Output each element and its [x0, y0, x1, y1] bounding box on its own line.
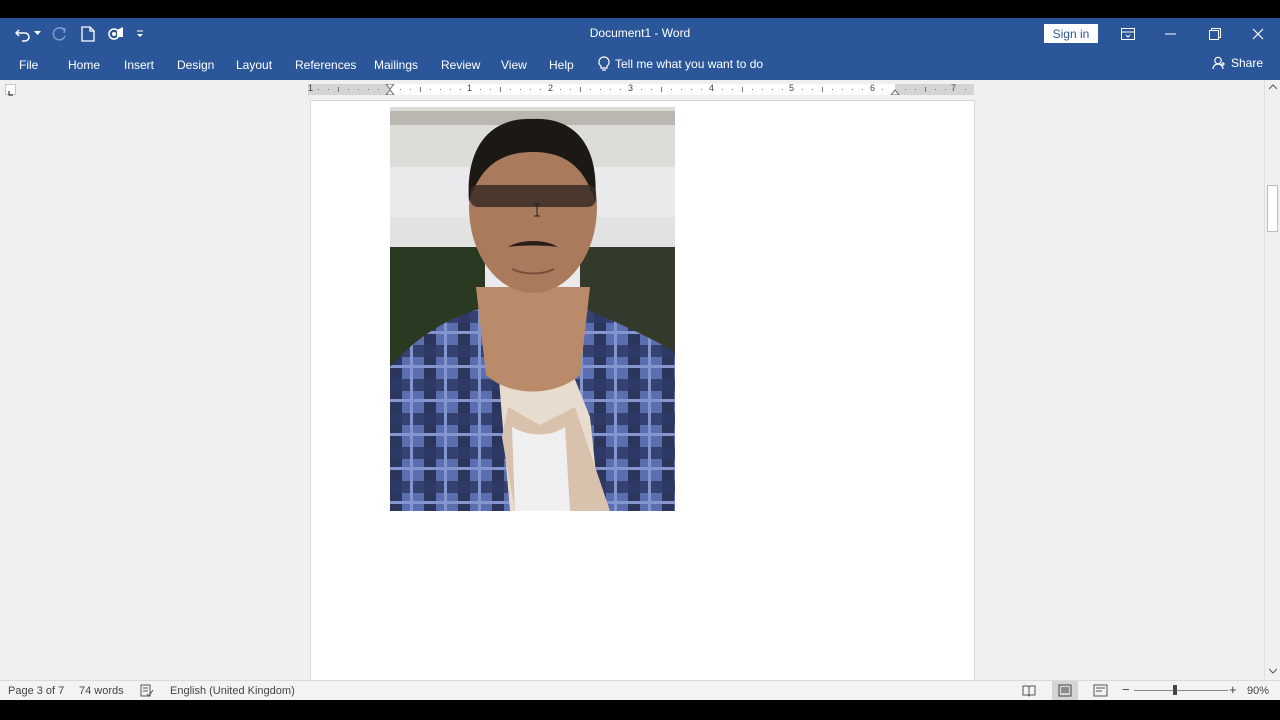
zoom-in-icon[interactable]: +: [1229, 682, 1237, 697]
quick-access-toolbar: [14, 18, 145, 49]
zoom-out-icon[interactable]: −: [1122, 682, 1130, 697]
portrait-photo-image: [390, 107, 675, 511]
tab-mailings[interactable]: Mailings: [374, 58, 418, 72]
tab-file[interactable]: File: [19, 58, 38, 72]
minimize-icon[interactable]: [1151, 18, 1191, 49]
tab-review[interactable]: Review: [441, 58, 480, 72]
restore-icon[interactable]: [1195, 18, 1235, 49]
tell-me-search[interactable]: Tell me what you want to do: [598, 56, 763, 72]
title-bar: Document1 - Word Sign in: [0, 18, 1280, 49]
ruler-number: 1: [308, 83, 314, 93]
tab-home[interactable]: Home: [68, 58, 100, 72]
document-workspace: 1 1 2 3 4 5 6 7: [0, 80, 1280, 680]
ruler-number: 4: [709, 83, 715, 93]
share-button[interactable]: Share: [1212, 56, 1263, 70]
touch-mode-icon[interactable]: [107, 25, 125, 43]
scroll-down-icon[interactable]: [1269, 668, 1277, 674]
read-mode-icon[interactable]: [1022, 684, 1036, 697]
zoom-slider[interactable]: [1134, 690, 1228, 691]
indent-marker-icon[interactable]: [385, 84, 395, 95]
right-indent-marker-icon[interactable]: [890, 84, 900, 95]
sign-in-button[interactable]: Sign in: [1044, 24, 1098, 43]
scroll-up-icon[interactable]: [1269, 84, 1277, 90]
person-icon: [1212, 56, 1225, 70]
screen-top-strip: [0, 0, 1280, 18]
proofing-icon[interactable]: [140, 684, 154, 697]
redo-icon[interactable]: [51, 25, 69, 43]
tab-help[interactable]: Help: [549, 58, 574, 72]
zoom-slider-thumb[interactable]: [1173, 685, 1177, 695]
page-indicator[interactable]: Page 3 of 7: [8, 685, 64, 697]
ruler-number: 5: [789, 83, 795, 93]
print-layout-button[interactable]: [1052, 681, 1078, 700]
tab-references[interactable]: References: [295, 58, 356, 72]
text-cursor-icon: [534, 203, 540, 217]
word-count[interactable]: 74 words: [79, 685, 124, 697]
tab-layout[interactable]: Layout: [236, 58, 272, 72]
ribbon-tabs: File Home Insert Design Layout Reference…: [0, 49, 1280, 80]
print-layout-icon: [1058, 684, 1072, 697]
ribbon-display-options-icon[interactable]: [1108, 18, 1148, 49]
tab-view[interactable]: View: [501, 58, 527, 72]
dropdown-arrow-icon[interactable]: [33, 25, 41, 43]
close-icon[interactable]: [1238, 18, 1278, 49]
tell-me-label: Tell me what you want to do: [615, 57, 764, 71]
screen-bottom-strip: [0, 700, 1280, 720]
ruler-number: 3: [628, 83, 634, 93]
new-document-icon[interactable]: [79, 25, 97, 43]
web-layout-icon[interactable]: [1093, 684, 1108, 697]
language-indicator[interactable]: English (United Kingdom): [170, 685, 295, 697]
ruler-number: 2: [548, 83, 554, 93]
vertical-scrollbar[interactable]: [1264, 80, 1280, 680]
tab-stop-selector[interactable]: [5, 84, 16, 96]
inserted-picture[interactable]: [390, 107, 675, 511]
customize-qat-icon[interactable]: [135, 25, 145, 43]
document-page[interactable]: [311, 101, 974, 680]
tab-design[interactable]: Design: [177, 58, 214, 72]
scrollbar-thumb[interactable]: [1267, 185, 1278, 232]
undo-icon[interactable]: [14, 25, 32, 43]
ruler-number: 1: [467, 83, 473, 93]
share-label: Share: [1231, 56, 1264, 70]
ruler-number: 6: [870, 83, 876, 93]
status-bar: Page 3 of 7 74 words English (United Kin…: [0, 680, 1280, 700]
ruler-number: 7: [951, 83, 957, 93]
horizontal-ruler[interactable]: 1 1 2 3 4 5 6 7: [308, 83, 974, 95]
lightbulb-icon: [598, 56, 610, 71]
tab-insert[interactable]: Insert: [124, 58, 154, 72]
zoom-level[interactable]: 90%: [1247, 685, 1269, 697]
